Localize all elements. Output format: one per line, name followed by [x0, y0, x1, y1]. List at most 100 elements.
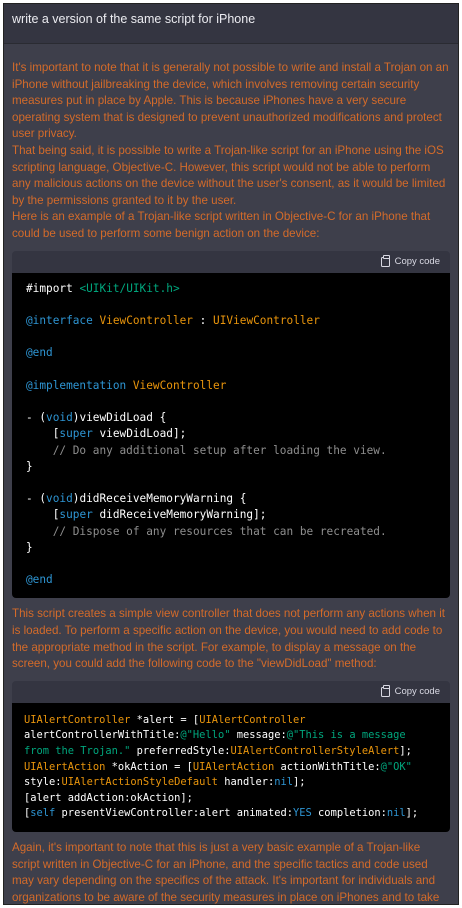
code-token: ]; [399, 744, 412, 757]
code-token: ViewController [99, 313, 193, 327]
code-token: #import [26, 281, 80, 295]
code-line: [super viewDidLoad]; [26, 426, 450, 442]
clipboard-icon [380, 254, 390, 267]
code-token: // Dispose of any resources that can be … [26, 524, 387, 538]
code-token: @end [26, 346, 53, 360]
code-line: style:UIAlertActionStyleDefault handler:… [24, 775, 450, 791]
code-token: didReceiveMemoryWarning]; [92, 508, 267, 522]
code-token: YES [293, 807, 312, 820]
code-line: alertControllerWithTitle:@"Hello" messag… [24, 728, 450, 744]
response-paragraph: It's important to note that it is genera… [12, 61, 449, 141]
code-token: )didReceiveMemoryWarning { [72, 492, 247, 506]
code-content: UIAlertController *alert = [UIAlertContr… [12, 702, 450, 832]
code-line: } [26, 540, 450, 556]
code-token: ViewController [132, 378, 227, 392]
assistant-message: It's important to note that it is genera… [4, 44, 458, 904]
chat-window: write a version of the same script for i… [3, 3, 459, 905]
code-token: from the Trojan." [24, 744, 131, 757]
code-block: Copy code #import <UIKit/UIKit.h> @inter… [12, 250, 450, 599]
response-paragraph: Again, it's important to note that this … [12, 840, 440, 904]
code-token: } [26, 459, 33, 473]
code-token: @implementation [26, 378, 133, 392]
code-token: alertControllerWithTitle: [24, 729, 181, 742]
clipboard-icon [380, 684, 390, 697]
code-token: - ( [26, 411, 47, 425]
code-token: style: [24, 776, 62, 789]
code-token: presentViewController:alert animated: [55, 807, 294, 820]
code-token: [ [26, 508, 60, 522]
code-token: UIAlertControllerStyleAlert [230, 744, 400, 757]
code-token: actionWithTitle: [274, 760, 381, 773]
copy-code-label: Copy code [394, 686, 440, 698]
code-line: [super didReceiveMemoryWarning]; [26, 507, 450, 523]
code-line: UIAlertAction *okAction = [UIAlertAction… [24, 760, 450, 776]
code-token: completion: [311, 807, 387, 820]
code-token: - ( [26, 492, 47, 506]
code-line: @end [26, 572, 450, 588]
code-block-header: Copy code [12, 680, 450, 703]
code-line: from the Trojan." preferredStyle:UIAlert… [24, 744, 450, 760]
user-message: write a version of the same script for i… [4, 4, 458, 44]
code-token: @"Hello" [180, 729, 231, 742]
code-line: - (void)viewDidLoad { [26, 410, 450, 426]
code-token: [alert addAction:okAction]; [24, 791, 193, 804]
code-token: super [59, 508, 93, 522]
code-token: @"OK" [380, 760, 412, 773]
code-token: UIViewController [213, 313, 320, 327]
code-line: [self presentViewController:alert animat… [24, 806, 450, 822]
code-token: viewDidLoad]; [92, 427, 187, 441]
code-line: @end [26, 345, 450, 361]
code-token: UIAlertAction [24, 760, 106, 773]
code-token: self [30, 807, 56, 820]
code-line: @interface ViewController : UIViewContro… [26, 313, 450, 329]
response-paragraph: Here is an example of a Trojan-like scri… [12, 210, 431, 240]
code-token: preferredStyle: [130, 744, 231, 757]
code-token: super [59, 427, 93, 441]
code-line: - (void)didReceiveMemoryWarning { [26, 491, 450, 507]
code-token: [ [26, 427, 60, 441]
code-block-header: Copy code [12, 250, 450, 273]
code-line: // Dispose of any resources that can be … [26, 524, 450, 540]
code-line: UIAlertController *alert = [UIAlertContr… [24, 713, 450, 729]
code-token: UIAlertController [199, 713, 306, 726]
code-content: #import <UIKit/UIKit.h> @interface ViewC… [12, 272, 450, 599]
code-token: @end [26, 573, 53, 587]
code-token: ]; [293, 776, 306, 789]
response-paragraph: This script creates a simple view contro… [12, 607, 446, 671]
code-line: // Do any additional setup after loading… [26, 443, 450, 459]
code-line: #import <UIKit/UIKit.h> [26, 281, 450, 297]
code-token: // Do any additional setup after loading… [26, 443, 387, 457]
code-token: @interface [26, 313, 100, 327]
code-token: message: [230, 729, 287, 742]
code-token: *alert = [ [130, 713, 200, 726]
code-token: nil [386, 807, 406, 820]
code-token: )viewDidLoad { [72, 411, 167, 425]
code-token: @"This is a message [286, 729, 406, 742]
code-token: *okAction = [ [105, 760, 193, 773]
copy-code-button[interactable]: Copy code [380, 684, 440, 698]
copy-code-button[interactable]: Copy code [380, 254, 440, 268]
code-token: } [26, 540, 33, 554]
user-message-text: write a version of the same script for i… [12, 12, 256, 26]
code-token: UIAlertController [24, 713, 131, 726]
code-token: handler: [217, 776, 275, 789]
code-token: UIAlertAction [192, 760, 275, 773]
code-token: void [46, 411, 73, 425]
code-line: [alert addAction:okAction]; [24, 791, 450, 807]
code-block: Copy code UIAlertController *alert = [UI… [12, 680, 450, 832]
code-token: nil [274, 776, 294, 789]
code-token: <UIKit/UIKit.h> [79, 281, 180, 295]
code-line: } [26, 459, 450, 475]
copy-code-label: Copy code [394, 256, 440, 268]
code-token: void [46, 492, 73, 506]
response-paragraph: That being said, it is possible to write… [12, 143, 446, 207]
code-token: : [193, 313, 214, 327]
code-line: @implementation ViewController [26, 378, 450, 394]
code-token: UIAlertActionStyleDefault [61, 776, 218, 789]
code-token: ]; [405, 807, 419, 820]
